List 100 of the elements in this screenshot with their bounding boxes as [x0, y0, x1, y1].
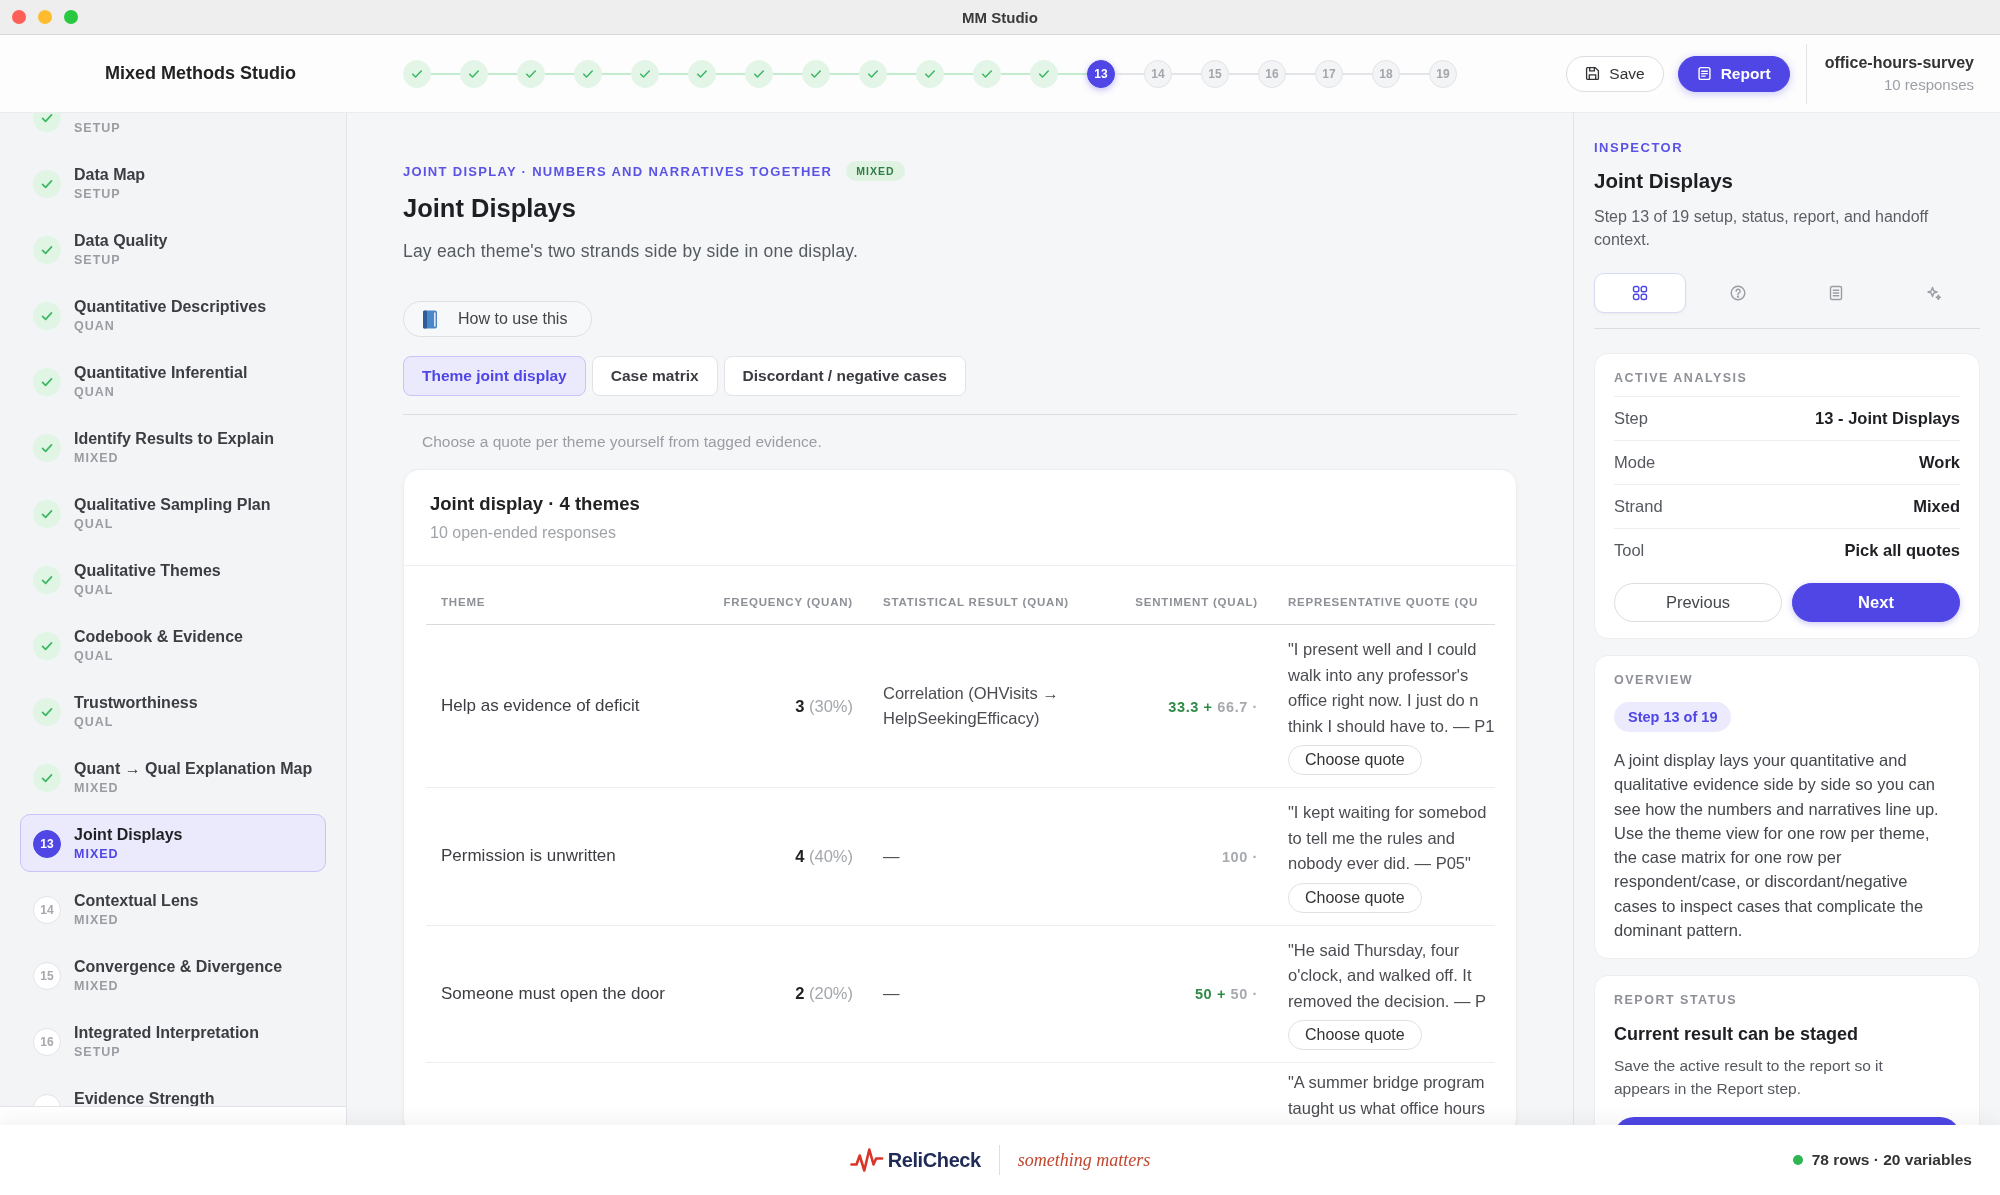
step-number: 14	[33, 896, 61, 924]
page-title: Joint Displays	[403, 193, 577, 224]
step-button[interactable]	[802, 59, 830, 88]
maximize-button[interactable]	[64, 10, 78, 24]
sidebar-item[interactable]: 15 Convergence & Divergence MIXED	[20, 946, 326, 1004]
step-connector	[830, 72, 859, 75]
step-button[interactable]	[574, 59, 602, 88]
frequency-cell: 4 (40%)	[700, 787, 868, 925]
step-number: 15	[33, 962, 61, 990]
column-header: STATISTICAL RESULT (QUAN)	[868, 580, 1108, 625]
step-button[interactable]	[859, 59, 887, 88]
status-text: 78 rows · 20 variables	[1811, 1151, 1972, 1169]
step-connector	[602, 72, 631, 75]
sidebar-item[interactable]: Identify Results to Explain MIXED	[20, 418, 326, 476]
sentiment-value: 100 ·	[1221, 848, 1258, 865]
close-button[interactable]	[12, 10, 26, 24]
check-icon	[33, 698, 61, 726]
sidebar-item[interactable]: Qualitative Sampling Plan QUAL	[20, 484, 326, 542]
help-button[interactable]: How to use this	[403, 301, 593, 337]
sidebar-item[interactable]: Qualitative Themes QUAL	[20, 550, 326, 608]
strand-tag: MIXED	[846, 161, 905, 181]
choose-quote-button[interactable]: Choose quote	[1288, 1020, 1422, 1050]
minimize-button[interactable]	[38, 10, 52, 24]
previous-button[interactable]: Previous	[1614, 583, 1782, 622]
report-button[interactable]: Report	[1677, 55, 1790, 92]
column-header: REPRESENTATIVE QUOTE (QU	[1273, 580, 1495, 625]
step-button[interactable]	[631, 59, 659, 88]
statistic-cell: —	[868, 925, 1108, 1063]
status-text: Save the active result to the report so it appears in the Report step.	[1614, 1056, 1884, 1100]
tagline: something matters	[1017, 1149, 1151, 1171]
step-connector	[944, 72, 973, 75]
step-connector	[716, 72, 745, 75]
sidebar-item[interactable]: Data Map SETUP	[20, 154, 326, 212]
step-button[interactable]	[460, 59, 488, 88]
step-button[interactable]	[973, 59, 1001, 88]
step-tag: Step 13 of 19	[1614, 702, 1732, 732]
step-button[interactable]	[403, 59, 431, 88]
step-button[interactable]	[688, 59, 716, 88]
step-connector	[887, 72, 916, 75]
hint-text: Choose a quote per theme yourself from tagged evidence.	[421, 432, 823, 452]
step-button[interactable]: 13	[1087, 59, 1115, 88]
sidebar-item[interactable]: Quantitative Descriptives QUAN	[20, 286, 326, 344]
document-icon	[1696, 66, 1712, 81]
sidebar-item[interactable]: 16 Integrated Interpretation SETUP	[20, 1012, 326, 1070]
sidebar-item[interactable]: Quant → Qual Explanation Map MIXED	[20, 748, 326, 806]
quote-text: "He said Thursday, four o'clock, and walked off. It removed the decision. — P	[1288, 939, 1488, 1012]
save-button[interactable]: Save	[1566, 55, 1664, 92]
sidebar-item[interactable]: Data Quality SETUP	[20, 220, 326, 278]
dataset-name: office-hours-survey	[1824, 54, 1974, 72]
sidebar-item[interactable]: Quantitative Inferential QUAN	[20, 352, 326, 410]
check-icon	[33, 434, 61, 462]
check-icon	[640, 69, 650, 78]
check-icon	[982, 69, 992, 78]
card-title: Joint display · 4 themes	[430, 492, 641, 516]
statistic-cell: —	[868, 787, 1108, 925]
inspector-description: Step 13 of 19 setup, status, report, and handoff context.	[1594, 207, 1930, 250]
card-label: OVERVIEW	[1614, 672, 1695, 688]
card-label: ACTIVE ANALYSIS	[1614, 370, 1749, 386]
field-value: Mixed	[1913, 497, 1960, 516]
next-button[interactable]: Next	[1792, 583, 1960, 622]
sidebar-item[interactable]: 13 Joint Displays MIXED	[20, 814, 326, 872]
step-connector	[659, 72, 688, 75]
view-tab[interactable]: Case matrix	[591, 356, 718, 396]
choose-quote-button[interactable]: Choose quote	[1288, 745, 1422, 775]
field-value: Work	[1919, 453, 1960, 472]
inspector-title: Joint Displays	[1594, 168, 1734, 194]
sidebar-item[interactable]: Codebook & Evidence QUAL	[20, 616, 326, 674]
brand-name: ReliCheck	[887, 1148, 981, 1172]
sidebar-item[interactable]: 14 Contextual Lens MIXED	[20, 880, 326, 938]
check-icon	[811, 69, 821, 78]
check-icon	[33, 302, 61, 330]
step-connector	[545, 72, 574, 75]
check-icon	[33, 236, 61, 264]
sidebar-item[interactable]: Trustworthiness QUAL	[20, 682, 326, 740]
step-button[interactable]	[745, 59, 773, 88]
response-count: 10 responses	[1883, 76, 1974, 93]
choose-quote-button[interactable]: Choose quote	[1288, 882, 1422, 913]
step-number: 13	[33, 830, 61, 858]
inspector-tab[interactable]	[1594, 273, 1686, 313]
step-button[interactable]	[517, 59, 545, 88]
field-label: Tool	[1614, 541, 1645, 560]
check-icon	[33, 500, 61, 528]
check-icon	[33, 764, 61, 792]
check-icon	[33, 170, 61, 198]
view-tab[interactable]: Theme joint display	[403, 356, 586, 396]
page-subtitle: Lay each theme's two strands side by side in one display.	[403, 240, 860, 263]
step-button[interactable]	[916, 59, 944, 88]
check-icon	[412, 69, 422, 78]
quote-text: "I kept waiting for somebod to tell me the rules and nobody ever did. — P05"	[1288, 802, 1488, 874]
pulse-logo-icon	[849, 1148, 884, 1172]
theme-cell: Permission is unwritten	[426, 787, 700, 925]
status-dot-icon	[1792, 1155, 1803, 1165]
sentiment-value: 33.3 + 66.7 ·	[1168, 698, 1258, 715]
sparkle-icon	[1926, 285, 1942, 301]
view-tab[interactable]: Discordant / negative cases	[723, 356, 966, 396]
step-button[interactable]	[1030, 59, 1058, 88]
step-connector	[773, 72, 802, 75]
frequency-cell: 2 (20%)	[700, 925, 868, 1063]
statistic-cell: Correlation (OHVisits → HelpSeekingEfficacy)	[868, 624, 1108, 788]
field-value: 13 - Joint Displays	[1815, 409, 1960, 428]
